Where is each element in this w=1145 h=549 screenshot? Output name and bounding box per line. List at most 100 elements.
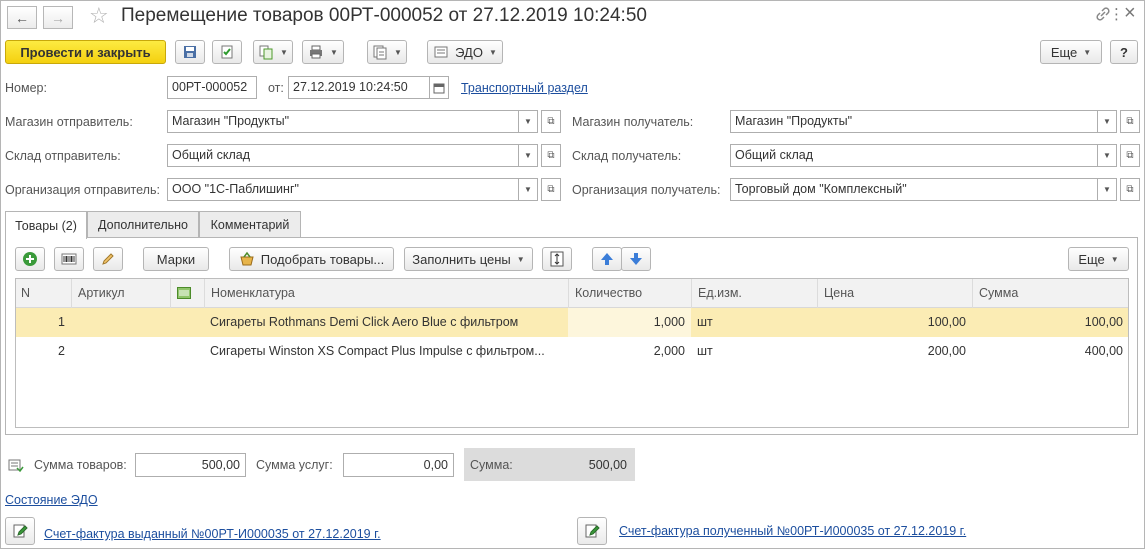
column-n[interactable]: N [15,278,71,308]
printer-icon [310,45,323,59]
store-receiver-dropdown[interactable]: ▼ [1098,110,1117,133]
barcode-button[interactable] [54,247,84,271]
chevron-down-icon: ▼ [524,151,532,160]
calendar-button[interactable] [429,76,449,99]
org-sender-open[interactable]: ⧉ [541,178,561,201]
warehouse-receiver-field[interactable]: Общий склад [730,144,1098,167]
cell-quantity[interactable]: 1,000 [568,308,691,337]
help-button[interactable]: ? [1110,40,1138,64]
warehouse-receiver-dropdown[interactable]: ▼ [1098,144,1117,167]
warehouse-sender-field[interactable]: Общий склад [167,144,519,167]
select-goods-button[interactable]: Подобрать товары... [229,247,394,271]
store-sender-field[interactable]: Магазин "Продукты" [167,110,519,133]
org-receiver-open[interactable]: ⧉ [1120,178,1140,201]
post-and-close-button[interactable]: Провести и закрыть [5,40,166,64]
column-unit[interactable]: Ед.изм. [691,278,817,308]
post-button[interactable] [212,40,242,64]
open-icon: ⧉ [1126,184,1134,195]
favorite-star-icon[interactable]: ☆ [89,3,109,29]
number-label: Номер: [5,81,47,95]
org-receiver-field[interactable]: Торговый дом "Комплексный" [730,178,1098,201]
column-nomenclature[interactable]: Номенклатура [204,278,568,308]
save-button[interactable] [175,40,205,64]
edit-row-button[interactable] [93,247,123,271]
forward-button[interactable]: → [43,6,73,29]
org-sender-field[interactable]: ООО "1С-Паблишинг" [167,178,519,201]
column-price[interactable]: Цена [817,278,972,308]
org-receiver-dropdown[interactable]: ▼ [1098,178,1117,201]
invoice-issued-button[interactable] [5,517,35,545]
invoice-received-button[interactable] [577,517,607,545]
transport-section-link[interactable]: Транспортный раздел [461,81,588,95]
fill-prices-button[interactable]: Заполнить цены ▼ [404,247,533,271]
create-based-on-button[interactable]: ▼ [253,40,293,64]
store-receiver-open[interactable]: ⧉ [1120,110,1140,133]
table-row[interactable]: 2 Сигареты Winston XS Compact Plus Impul… [15,337,1129,366]
table-more-label: Еще [1078,251,1105,267]
cell-nomenclature: Сигареты Winston XS Compact Plus Impulse… [210,344,545,358]
total-sum-block: Сумма: 500,00 [464,448,635,481]
cell-nomenclature: Сигареты Rothmans Demi Click Aero Blue с… [210,315,519,329]
more-button[interactable]: Еще ▼ [1040,40,1102,64]
marking-icon [177,287,191,299]
column-marks[interactable] [170,278,204,308]
table-more-button[interactable]: Еще ▼ [1068,247,1129,271]
marks-button[interactable]: Марки [143,247,209,271]
number-field[interactable]: 00РТ-000052 [167,76,257,99]
store-receiver-label: Магазин получатель: [572,115,694,129]
chevron-down-icon: ▼ [516,254,525,264]
cell-unit: шт [697,315,713,329]
arrow-right-icon: → [51,9,65,26]
open-icon: ⧉ [1126,116,1134,127]
warehouse-receiver-open[interactable]: ⧉ [1120,144,1140,167]
store-sender-dropdown[interactable]: ▼ [519,110,538,133]
invoice-issued-link[interactable]: Счет-фактура выданный №00РТ-И000035 от 2… [44,527,381,541]
column-quantity[interactable]: Количество [568,278,691,308]
warehouse-sender-dropdown[interactable]: ▼ [519,144,538,167]
add-row-button[interactable] [15,247,45,271]
save-icon [184,46,196,58]
store-sender-open[interactable]: ⧉ [541,110,561,133]
store-receiver-field[interactable]: Магазин "Продукты" [730,110,1098,133]
basket-icon [240,251,254,266]
more-button-label: Еще [1050,44,1078,60]
reports-icon [373,45,387,60]
warehouse-sender-open[interactable]: ⧉ [541,144,561,167]
warehouse-sender-label: Склад отправитель: [5,149,121,163]
org-sender-dropdown[interactable]: ▼ [519,178,538,201]
move-up-button[interactable] [592,247,622,271]
close-icon[interactable]: × [1124,2,1136,25]
back-button[interactable]: ← [7,6,37,29]
chevron-down-icon: ▼ [394,47,402,57]
cell-sum: 400,00 [1084,344,1123,358]
cell-article [71,308,170,337]
goods-sum-label: Сумма товаров: [34,458,127,472]
totals-icon [8,459,24,476]
move-down-button[interactable] [621,247,651,271]
services-sum-field: 0,00 [343,453,454,477]
table-header: N Артикул Номенклатура Количество Ед.изм… [15,278,1129,308]
chevron-down-icon: ▼ [1103,151,1111,160]
chevron-down-icon: ▼ [280,47,288,57]
date-field[interactable]: 27.12.2019 10:24:50 [288,76,430,99]
column-sum[interactable]: Сумма [972,278,1129,308]
column-article[interactable]: Артикул [71,278,170,308]
chevron-down-icon: ▼ [524,117,532,126]
table-row[interactable]: 1 Сигареты Rothmans Demi Click Aero Blue… [15,308,1129,337]
reports-button[interactable]: ▼ [367,40,407,64]
edo-state-link[interactable]: Состояние ЭДО [5,493,98,507]
calendar-icon [433,83,445,93]
menu-icon[interactable]: ⋮ [1109,5,1124,23]
print-button[interactable]: ▼ [302,40,344,64]
tab-additional[interactable]: Дополнительно [87,211,199,238]
chevron-down-icon: ▼ [1110,254,1119,264]
create-based-on-icon [259,45,273,60]
arrow-left-icon: ← [15,9,29,26]
edo-button[interactable]: ЭДО ▼ [427,40,503,64]
row-height-button[interactable] [542,247,572,271]
arrow-up-icon [601,253,613,265]
invoice-received-link[interactable]: Счет-фактура полученный №00РТ-И000035 от… [619,524,966,538]
tab-goods[interactable]: Товары (2) [5,211,87,239]
tab-comment[interactable]: Комментарий [199,211,301,238]
store-sender-label: Магазин отправитель: [5,115,133,129]
